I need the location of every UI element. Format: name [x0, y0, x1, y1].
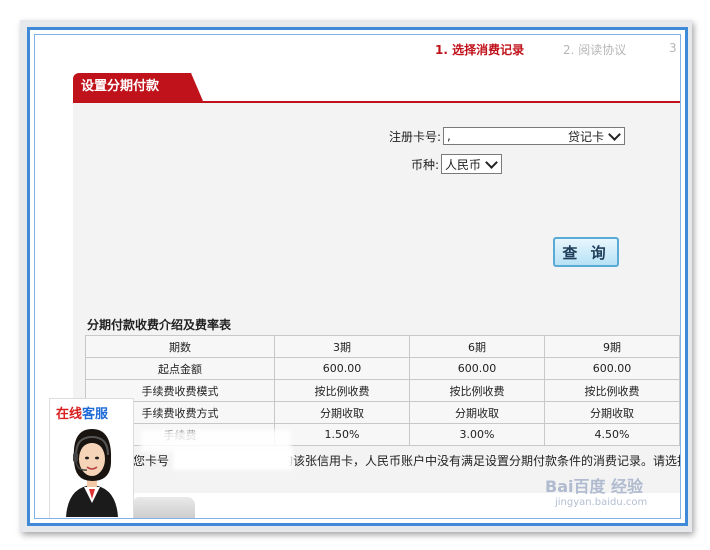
installment-panel: 注册卡号: , 贷记卡 币种: 人民币 查 询 分期付款收费介绍及费率表 期数 … [73, 103, 680, 493]
currency-value: 人民币 [445, 157, 482, 172]
bottom-tab[interactable] [133, 497, 195, 518]
chevron-down-icon [485, 155, 498, 169]
table-cell: 600.00 [409, 357, 545, 380]
card-number-value: , [447, 129, 451, 143]
table-cell: 4.50% [544, 423, 680, 446]
card-number-row: 注册卡号: , 贷记卡 [389, 125, 626, 147]
header-9-period: 9期 [544, 335, 680, 358]
chevron-down-icon [608, 127, 621, 141]
service-title-online: 在线 [56, 407, 83, 422]
step-3: 3 [669, 41, 677, 55]
table-cell: 600.00 [544, 357, 680, 380]
table-cell: 分期收取 [544, 401, 680, 424]
step-1-select-records: 1. 选择消费记录 [435, 43, 525, 57]
table-cell: 3.00% [409, 423, 545, 446]
step-indicator: 1. 选择消费记录 2. 阅读协议 3 [435, 41, 680, 59]
table-header-row: 期数 3期 6期 9期 [85, 335, 680, 358]
card-type-value: 贷记卡 [568, 129, 605, 144]
table-cell: 按比例收费 [409, 379, 545, 402]
header-6-period: 6期 [409, 335, 545, 358]
card-type-select[interactable]: 贷记卡 [568, 127, 621, 145]
header-3-period: 3期 [274, 335, 410, 358]
card-number-select[interactable]: , 贷记卡 [443, 127, 626, 145]
tab-installment-settings[interactable]: 设置分期付款 [73, 73, 203, 101]
message-text: 的该张信用卡，人民币账户中没有满足设置分期付款条件的消费记录。请选择其 [281, 454, 681, 468]
table-cell: 1.50% [274, 423, 410, 446]
content-area: 1. 选择消费记录 2. 阅读协议 3 设置分期付款 注册卡号: , 贷记卡 币… [34, 34, 681, 519]
table-cell: 按比例收费 [544, 379, 680, 402]
baidu-jingyan-watermark: Bai百度 经验 jingyan.baidu.com [545, 473, 647, 508]
card-number-redaction [173, 448, 293, 470]
fee-table-title: 分期付款收费介绍及费率表 [87, 318, 232, 332]
watermark-url: jingyan.baidu.com [555, 497, 648, 508]
screenshot-frame: 1. 选择消费记录 2. 阅读协议 3 设置分期付款 注册卡号: , 贷记卡 币… [27, 27, 688, 526]
row-label: 起点金额 [85, 357, 275, 380]
table-cell: 分期收取 [274, 401, 410, 424]
card-number-label: 注册卡号: [389, 129, 442, 144]
step-2-read-agreement: 2. 阅读协议 [563, 43, 627, 57]
online-service-title: 在线客服 [56, 403, 108, 422]
table-cell: 按比例收费 [274, 379, 410, 402]
online-service-widget[interactable]: 在线客服 [49, 398, 134, 518]
currency-label: 币种: [411, 157, 440, 172]
query-button[interactable]: 查 询 [553, 237, 619, 267]
currency-select[interactable]: 人民币 [441, 154, 503, 174]
watermark-brand: Bai百度 经验 [545, 477, 644, 496]
message-prefix: 您卡号 [133, 454, 170, 468]
service-title-service: 客服 [82, 407, 109, 422]
table-cell: 分期收取 [409, 401, 545, 424]
currency-row: 币种: 人民币 [411, 153, 503, 175]
table-row: 手续费收费模式 按比例收费 按比例收费 按比例收费 [85, 379, 680, 402]
customer-service-agent-icon [66, 429, 118, 517]
table-row: 手续费收费方式 分期收取 分期收取 分期收取 [85, 401, 680, 424]
table-row: 起点金额 600.00 600.00 600.00 [85, 357, 680, 380]
table-cell: 600.00 [274, 357, 410, 380]
header-period: 期数 [85, 335, 275, 358]
